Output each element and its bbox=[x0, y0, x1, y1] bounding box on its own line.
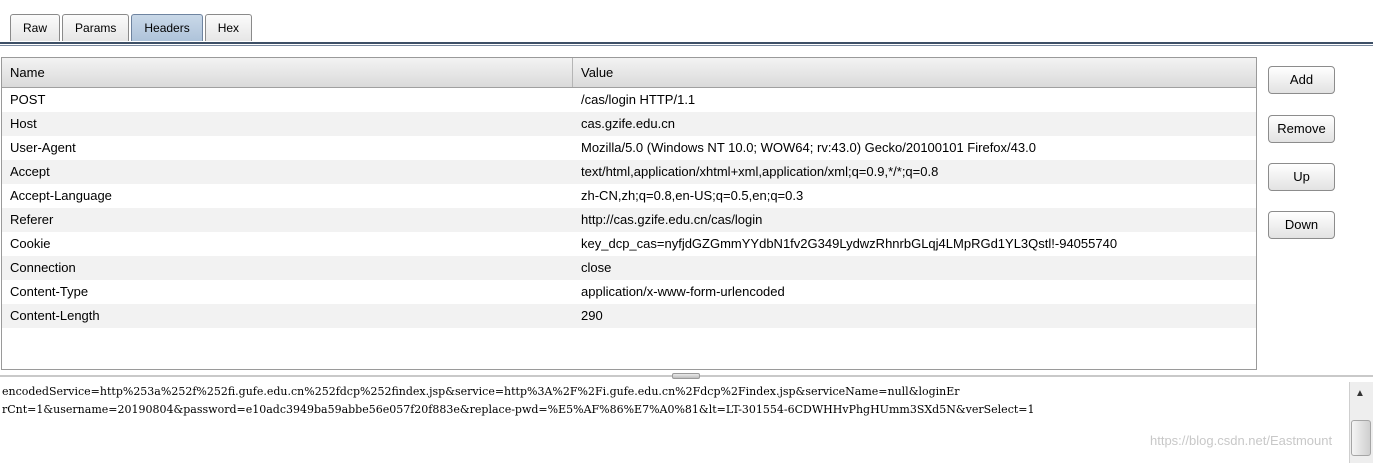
tab-hex[interactable]: Hex bbox=[204, 14, 253, 41]
header-value-cell: /cas/login HTTP/1.1 bbox=[581, 92, 696, 107]
tab-divider-shadow bbox=[0, 45, 1373, 46]
header-value-cell: zh-CN,zh;q=0.8,en-US;q=0.5,en;q=0.3 bbox=[581, 188, 804, 203]
header-name-cell: User-Agent bbox=[10, 140, 76, 155]
column-header-value[interactable]: Value bbox=[573, 58, 1256, 87]
splitter-grip[interactable] bbox=[672, 373, 700, 379]
table-row[interactable]: Accept text/html,application/xhtml+xml,ap… bbox=[2, 160, 1256, 184]
header-name-cell: Content-Type bbox=[10, 284, 89, 299]
header-value-cell: http://cas.gzife.edu.cn/cas/login bbox=[581, 212, 763, 227]
header-name-cell: Cookie bbox=[10, 236, 51, 251]
table-body: POST/cas/login HTTP/1.1 Host cas.gzife.ed… bbox=[2, 88, 1256, 328]
up-button[interactable]: Up bbox=[1268, 163, 1335, 191]
watermark: https://blog.csdn.net/Eastmount bbox=[1150, 433, 1333, 448]
header-value-cell: key_dcp_cas=nyfjdGZGmmYYdbN1fv2G349Lydwz… bbox=[581, 236, 1118, 251]
header-name-cell: Content-Length bbox=[10, 308, 100, 323]
scroll-thumb[interactable] bbox=[1351, 420, 1371, 456]
header-name-cell: Host bbox=[10, 116, 37, 131]
table-row[interactable]: Accept-Language zh-CN,zh;q=0.8,en-US;q=0.… bbox=[2, 184, 1256, 208]
body-line: rCnt=1&username=20190804&password=e10adc… bbox=[2, 403, 1035, 416]
down-button[interactable]: Down bbox=[1268, 211, 1335, 239]
table-row[interactable]: Connection close bbox=[2, 256, 1256, 280]
tab-raw[interactable]: Raw bbox=[10, 14, 61, 41]
up-arrow-icon[interactable]: ▲ bbox=[1355, 388, 1365, 399]
remove-button[interactable]: Remove bbox=[1268, 115, 1335, 143]
body-line: encodedService=http%253a%252f%252fi.gufe… bbox=[2, 385, 960, 398]
table-row[interactable]: Referer http://cas.gzife.edu.cn/cas/login bbox=[2, 208, 1256, 232]
header-name-cell: Referer bbox=[10, 212, 54, 227]
tab-headers[interactable]: Headers bbox=[131, 14, 203, 41]
table-row[interactable]: Content-Length 290 bbox=[2, 304, 1256, 328]
header-name-cell: Accept bbox=[10, 164, 50, 179]
header-value-cell: Mozilla/5.0 (Windows NT 10.0; WOW64; rv:… bbox=[581, 140, 1036, 155]
header-value-cell: 290 bbox=[581, 308, 603, 323]
tab-bar: Raw Params Headers Hex bbox=[0, 0, 1373, 48]
header-value-cell: close bbox=[581, 260, 612, 275]
table-row[interactable]: POST/cas/login HTTP/1.1 bbox=[2, 88, 1256, 112]
add-button[interactable]: Add bbox=[1268, 66, 1335, 94]
header-name-cell: Connection bbox=[10, 260, 76, 275]
headers-table: Name Value POST/cas/login HTTP/1.1 Host c… bbox=[1, 57, 1257, 370]
header-name-cell: Accept-Language bbox=[10, 188, 112, 203]
tab-params[interactable]: Params bbox=[62, 14, 130, 41]
request-body[interactable]: encodedService=http%253a%252f%252fi.gufe… bbox=[2, 383, 1342, 419]
header-value-cell: application/x-www-form-urlencoded bbox=[581, 284, 785, 299]
table-row[interactable]: Host cas.gzife.edu.cn bbox=[2, 112, 1256, 136]
header-name-cell: POST bbox=[10, 92, 46, 107]
table-row[interactable]: Content-Type application/x-www-form-urlen… bbox=[2, 280, 1256, 304]
table-row[interactable]: User-Agent Mozilla/5.0 (Windows NT 10.0; … bbox=[2, 136, 1256, 160]
table-header: Name Value bbox=[2, 58, 1256, 88]
table-row[interactable]: Cookie key_dcp_cas=nyfjdGZGmmYYdbN1fv2G34… bbox=[2, 232, 1256, 256]
tabs: Raw Params Headers Hex bbox=[10, 14, 254, 41]
header-value-cell: text/html,application/xhtml+xml,applicat… bbox=[581, 164, 939, 179]
column-header-name[interactable]: Name bbox=[2, 58, 573, 87]
header-value-cell: cas.gzife.edu.cn bbox=[581, 116, 675, 131]
tab-divider bbox=[0, 42, 1373, 44]
